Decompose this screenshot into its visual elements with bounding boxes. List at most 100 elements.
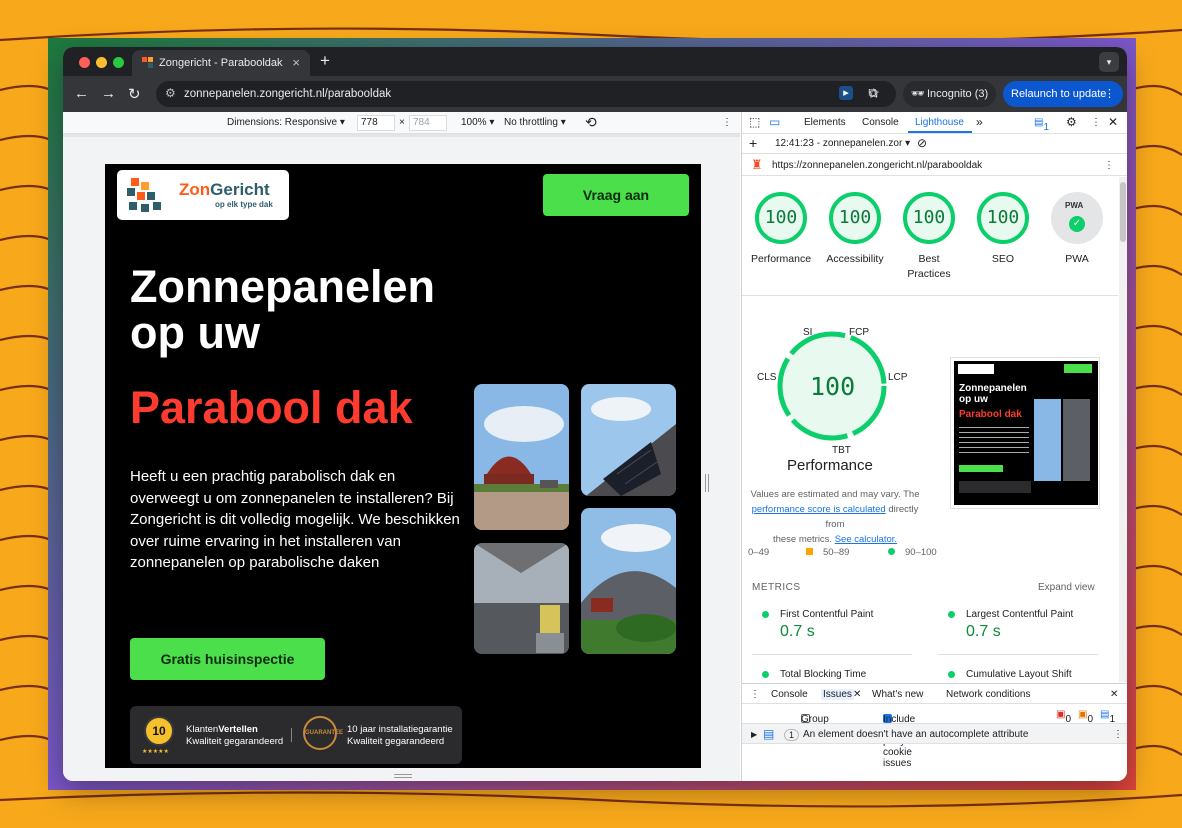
width-input[interactable]: 778 [357,115,395,131]
issues-badge[interactable]: ▤ 1 [1034,117,1049,133]
note-link[interactable]: performance score is calculated [752,504,886,515]
drawer-tab-network-conditions[interactable]: Network conditions [946,689,1030,700]
clear-reports-icon[interactable]: ⊘ [917,136,927,150]
gauge-label-tbt: TBT [832,445,851,456]
guarantee-badge: GUARANTEE [303,716,343,750]
metric-fcp: First Contentful Paint 0.7 s [752,605,912,655]
devtools-close-icon[interactable]: ✕ [1108,115,1118,129]
review-score-badge: 10 [144,716,174,746]
incognito-indicator[interactable]: 🕶 Incognito (3) [903,81,996,107]
close-issues-tab-icon[interactable]: ✕ [853,689,861,700]
device-toolbar: Dimensions: Responsive ▾ 778 × 784 100% … [63,112,740,134]
bottom-resize-handle[interactable] [394,774,412,778]
tab-close-icon[interactable]: × [292,55,300,70]
score-performance[interactable]: 100 Performance [744,192,818,267]
reload-icon[interactable]: ↻ [128,85,141,103]
score-best-practices[interactable]: 100 Best Practices [892,192,966,282]
issue-row[interactable]: ▶ ▤ 1 An element doesn't have an autocom… [742,724,1127,744]
score-pwa[interactable]: PWA ✓ PWA [1040,192,1114,267]
report-scrollbar-thumb[interactable] [1120,182,1126,242]
legend-average-icon [806,548,813,555]
website-page: ZonGericht op elk type dak Vraag aan Zon… [105,164,701,768]
vraag-aan-button[interactable]: Vraag aan [543,174,689,216]
times-sign: × [399,117,405,128]
tab-elements[interactable]: Elements [804,117,846,128]
issue-menu-icon[interactable]: ⋮ [1113,729,1123,740]
thumb-headline-2: op uw [959,394,988,405]
intro-text: Heeft u een prachtig parabolisch dak en … [130,468,460,571]
inspect-icon[interactable]: ⬚ [749,115,760,129]
drawer-tab-issues[interactable]: Issues [821,689,854,700]
score-accessibility[interactable]: 100 Accessibility [818,192,892,267]
puzzle-icon[interactable]: ⧉ [866,86,880,100]
headline-line-2: op uw [130,307,260,358]
thumb-page: Zonnepanelen op uw Parabool dak [954,361,1098,505]
logo-name-gericht: Gericht [210,180,270,199]
new-report-icon[interactable]: + [749,135,757,151]
minimize-window-button[interactable] [96,57,107,68]
drawer-tab-whats-new[interactable]: What's new [872,689,923,700]
issue-expand-icon[interactable]: ▶ [751,730,757,739]
drawer-close-icon[interactable]: ✕ [1110,689,1118,700]
lighthouse-logo-icon: ♜ [751,157,763,172]
legend-fail: 0–49 [748,547,769,558]
relaunch-button[interactable]: Relaunch to update ⋮ [1003,81,1123,107]
metric-fcp-name: First Contentful Paint [780,609,874,620]
back-icon[interactable]: ← [74,85,89,102]
house-photo-1 [474,384,569,530]
extension-icon[interactable]: ▸ [839,86,853,100]
url-text[interactable]: zonnepanelen.zongericht.nl/parabooldak [184,88,391,100]
settings-gear-icon[interactable]: ⚙ [1066,115,1077,129]
site-logo[interactable]: ZonGericht op elk type dak [117,170,289,220]
dimensions-select[interactable]: Dimensions: Responsive ▾ [227,117,345,128]
metric-tbt: Total Blocking Time [752,665,912,682]
browser-tab[interactable]: Zongericht - Parabooldak × [132,50,310,76]
zoom-select[interactable]: 100% ▾ [461,117,494,128]
review-stars: ★★★★★ [142,749,169,755]
note-3: these metrics. [772,534,833,545]
device-toggle-icon[interactable]: ▭ [769,115,780,129]
report-menu-icon[interactable]: ⋮ [1104,160,1114,171]
incognito-label: Incognito (3) [927,88,989,100]
trust-bar: 10 ★★★★★ KlantenVertellen Kwaliteit gega… [130,706,462,764]
gratis-huisinspectie-button[interactable]: Gratis huisinspectie [130,638,325,680]
tab-search-button[interactable]: ▾ [1099,52,1119,72]
more-tabs-icon[interactable]: » [976,115,983,129]
tab-lighthouse[interactable]: Lighthouse [915,117,964,128]
expand-view-button[interactable]: Expand view [1038,582,1095,593]
trust-divider [291,728,292,742]
metric-lcp: Largest Contentful Paint 0.7 s [938,605,1098,655]
drawer-menu-icon[interactable]: ⋮ [750,689,760,700]
report-scrollbar[interactable] [1119,177,1127,682]
trust-2-b: Kwaliteit gegarandeerd [347,736,445,747]
legend-average-text: 50–89 [823,547,850,558]
calculator-link[interactable]: See calculator. [835,534,897,545]
tab-console[interactable]: Console [862,117,899,128]
thumb-cta [1064,364,1092,373]
new-tab-button[interactable]: + [320,51,330,71]
drawer-tab-console[interactable]: Console [771,689,808,700]
trust-1-b: Vertellen [218,724,258,735]
report-url[interactable]: https://zonnepanelen.zongericht.nl/parab… [772,160,982,171]
logo-name-zon: Zon [179,180,211,199]
address-bar[interactable]: ⚙ zonnepanelen.zongericht.nl/parabooldak… [156,81,896,107]
gauge-label-lcp: LCP [888,372,908,383]
close-window-button[interactable] [79,57,90,68]
rotate-icon[interactable]: ⟲ [585,114,597,131]
issue-text: An element doesn't have an autocomplete … [803,729,1029,740]
gauge-label-cls: CLS [757,372,777,383]
maximize-window-button[interactable] [113,57,124,68]
report-select[interactable]: 12:41:23 - zonnepanelen.zor ▾ [775,138,910,149]
score-seo[interactable]: 100 SEO [966,192,1040,267]
throttling-select[interactable]: No throttling ▾ [504,117,566,128]
site-info-icon[interactable]: ⚙ [165,86,176,100]
device-more-icon[interactable]: ⋮ [722,117,732,128]
metric-lcp-value: 0.7 s [966,623,1001,640]
browser-toolbar: ← → ↻ ⚙ zonnepanelen.zongericht.nl/parab… [63,76,1127,112]
right-resize-handle[interactable] [705,474,709,492]
forward-icon[interactable]: → [101,85,116,102]
devtools-menu-icon[interactable]: ⋮ [1091,117,1101,128]
final-screenshot[interactable]: Zonnepanelen op uw Parabool dak [950,357,1100,509]
height-input[interactable]: 784 [409,115,447,131]
emulated-viewport: ZonGericht op elk type dak Vraag aan Zon… [63,134,740,781]
